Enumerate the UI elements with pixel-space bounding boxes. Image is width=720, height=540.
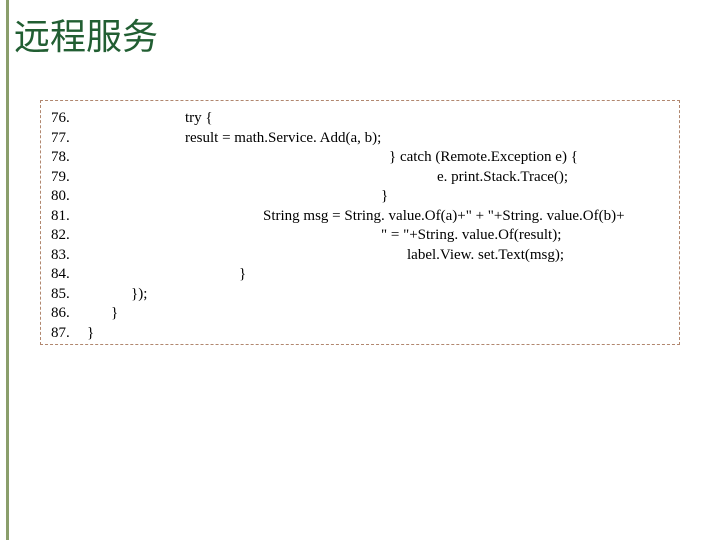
code-text: " = "+String. value.Of(result);: [77, 226, 561, 246]
code-text: } catch (Remote.Exception e) {: [77, 148, 578, 168]
code-text: }: [77, 304, 118, 324]
line-number: 86.: [51, 304, 77, 324]
code-text: result = math.Service. Add(a, b);: [77, 129, 381, 149]
line-number: 79.: [51, 168, 77, 188]
line-number: 76.: [51, 109, 77, 129]
code-text: }: [77, 187, 388, 207]
line-number: 82.: [51, 226, 77, 246]
line-number: 80.: [51, 187, 77, 207]
code-line: 84. }: [51, 265, 669, 285]
code-line: 77. result = math.Service. Add(a, b);: [51, 129, 669, 149]
code-text: }: [77, 265, 246, 285]
code-line: 79. e. print.Stack.Trace();: [51, 168, 669, 188]
code-line: 76. try {: [51, 109, 669, 129]
code-line: 82. " = "+String. value.Of(result);: [51, 226, 669, 246]
line-number: 77.: [51, 129, 77, 149]
code-line: 81. String msg = String. value.Of(a)+" +…: [51, 207, 669, 227]
code-text: }: [77, 324, 94, 344]
code-text: try {: [77, 109, 213, 129]
line-number: 81.: [51, 207, 77, 227]
code-text: e. print.Stack.Trace();: [77, 168, 568, 188]
code-line: 85. });: [51, 285, 669, 305]
line-number: 78.: [51, 148, 77, 168]
code-block: 76. try { 77. result = math.Service. Add…: [40, 100, 680, 345]
code-text: String msg = String. value.Of(a)+" + "+S…: [77, 207, 625, 227]
code-text: });: [77, 285, 147, 305]
code-line: 78. } catch (Remote.Exception e) {: [51, 148, 669, 168]
line-number: 85.: [51, 285, 77, 305]
slide-title: 远程服务: [14, 8, 158, 60]
code-line: 83. label.View. set.Text(msg);: [51, 246, 669, 266]
code-line: 86. }: [51, 304, 669, 324]
code-line: 80. }: [51, 187, 669, 207]
accent-bar: [6, 0, 9, 540]
line-number: 83.: [51, 246, 77, 266]
line-number: 87.: [51, 324, 77, 344]
code-line: 87. }: [51, 324, 669, 344]
code-text: label.View. set.Text(msg);: [77, 246, 564, 266]
line-number: 84.: [51, 265, 77, 285]
